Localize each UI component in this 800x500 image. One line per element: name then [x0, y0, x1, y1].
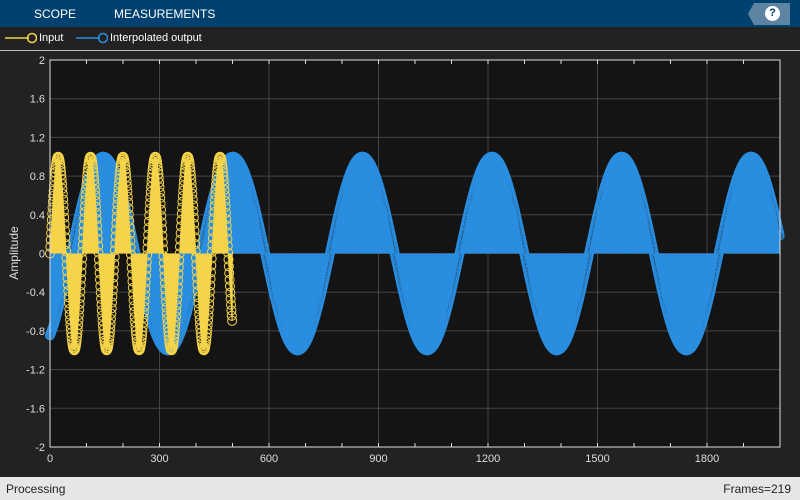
legend: Input Interpolated output — [0, 27, 800, 51]
toolstrip: SCOPE MEASUREMENTS ? — [0, 0, 800, 27]
tab-measurements[interactable]: MEASUREMENTS — [114, 7, 215, 21]
yellow-line-circle-icon — [5, 32, 37, 44]
legend-item-interpolated-output[interactable]: Interpolated output — [76, 32, 202, 44]
help-button[interactable]: ? — [748, 3, 790, 25]
legend-item-input[interactable]: Input — [5, 32, 63, 44]
legend-label: Interpolated output — [110, 32, 202, 44]
tab-scope[interactable]: SCOPE — [34, 7, 76, 21]
help-icon: ? — [765, 6, 780, 21]
blue-line-circle-icon — [76, 32, 108, 44]
legend-label: Input — [39, 32, 64, 44]
stem-plot[interactable]: 0 300 600 900 1200 1500 1800-2-1.6-1.2-0.8-0.4… — [0, 51, 800, 477]
